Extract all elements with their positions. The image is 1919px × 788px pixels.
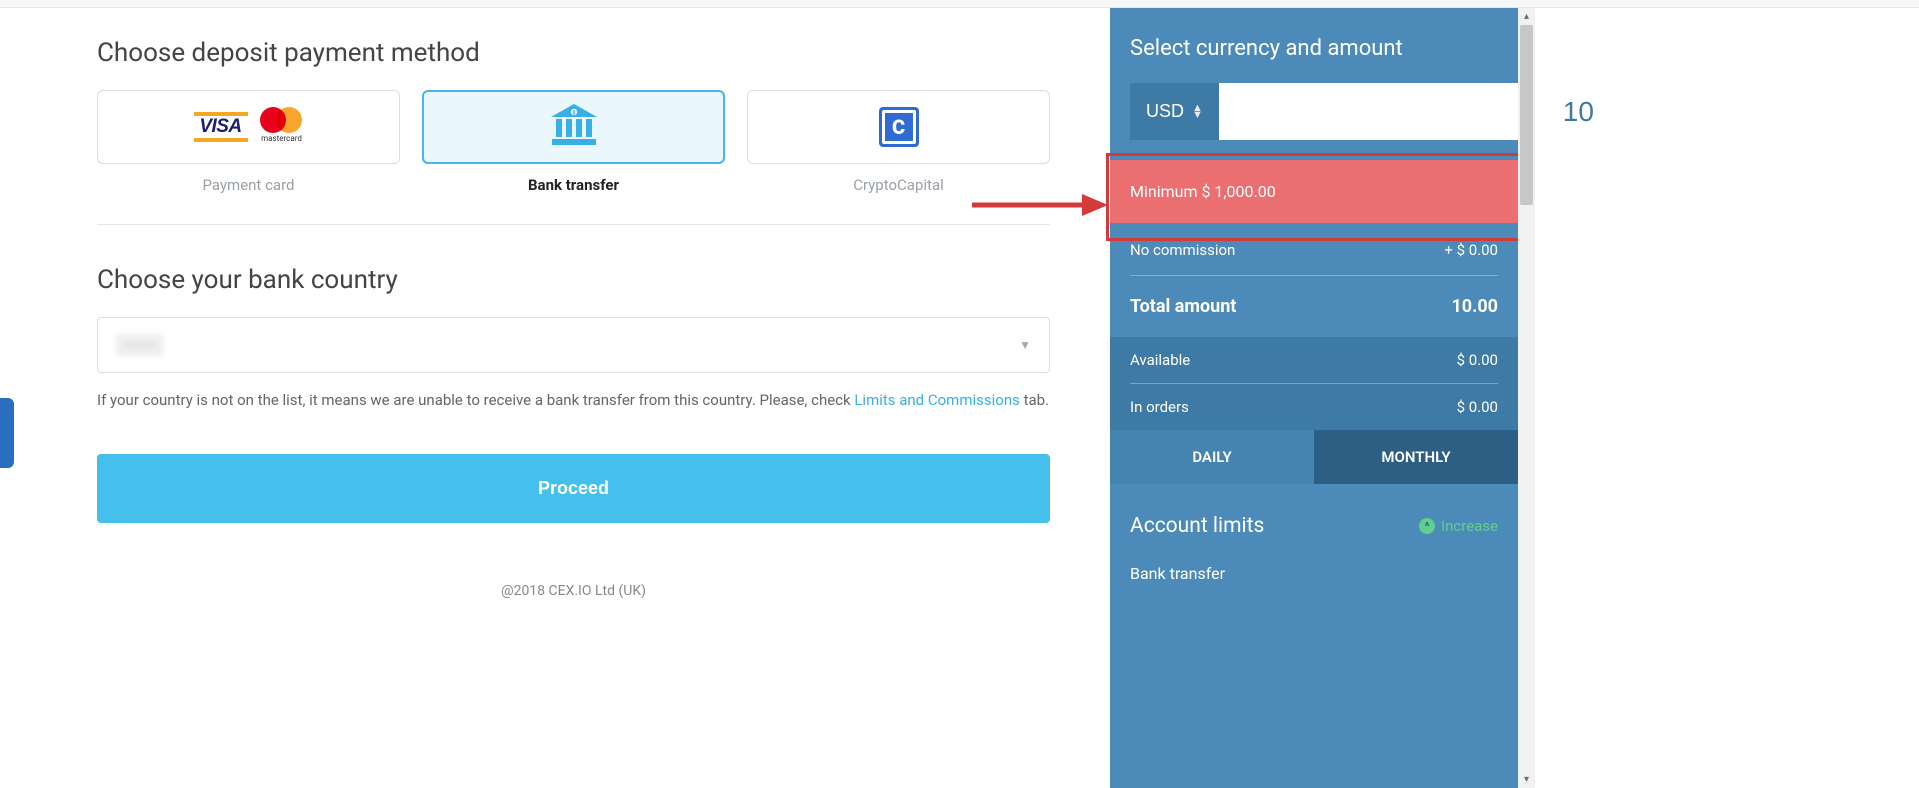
total-value: 10.00 <box>1451 296 1498 317</box>
available-label: Available <box>1130 351 1190 369</box>
scroll-thumb[interactable] <box>1520 25 1533 205</box>
sort-arrows-icon: ▲▼ <box>1192 105 1203 119</box>
cc-letter: C <box>892 115 905 139</box>
feedback-side-tab[interactable] <box>0 398 14 468</box>
bank-icon: $ <box>550 104 598 150</box>
visa-icon: VISA <box>194 112 248 142</box>
available-value: $ 0.00 <box>1457 351 1498 369</box>
method-bank-box[interactable]: $ <box>422 90 725 164</box>
increase-link[interactable]: ^ Increase <box>1419 517 1498 535</box>
method-crypto-label: CryptoCapital <box>747 176 1050 194</box>
increase-up-icon: ^ <box>1419 518 1435 534</box>
available-line: Available $ 0.00 <box>1130 337 1498 384</box>
increase-label: Increase <box>1441 517 1498 535</box>
no-commission-label: No commission <box>1130 241 1235 259</box>
svg-text:$: $ <box>572 109 575 116</box>
footer-copyright: @2018 CEX.IO Ltd (UK) <box>97 583 1050 599</box>
total-label: Total amount <box>1130 296 1236 317</box>
divider <box>97 224 1050 225</box>
in-orders-value: $ 0.00 <box>1457 398 1498 416</box>
dropdown-caret-icon: ▼ <box>1019 338 1031 352</box>
cryptocapital-icon: C <box>879 107 919 147</box>
hint-pre: If your country is not on the list, it m… <box>97 391 854 409</box>
no-commission-value: + $ 0.00 <box>1444 241 1498 259</box>
total-amount-line: Total amount 10.00 <box>1130 276 1498 337</box>
country-value-blurred: ········ <box>116 334 163 356</box>
payment-methods-row: VISA mastercard Payment card <box>97 90 1050 194</box>
mastercard-icon: mastercard <box>260 107 304 147</box>
account-limits-header: Account limits ^ Increase <box>1130 484 1498 558</box>
minimum-warning: Minimum $ 1,000.00 <box>1110 160 1518 223</box>
method-bank-transfer[interactable]: $ Bank transfer <box>422 90 725 194</box>
scroll-up-icon[interactable]: ▴ <box>1518 8 1535 25</box>
no-commission-line: No commission + $ 0.00 <box>1130 225 1498 276</box>
bank-transfer-label: Bank transfer <box>1130 558 1498 583</box>
method-card-label: Payment card <box>97 176 400 194</box>
currency-code: USD <box>1146 101 1184 122</box>
tab-monthly[interactable]: MONTHLY <box>1314 430 1518 484</box>
method-bank-label: Bank transfer <box>422 176 725 194</box>
heading-payment-method: Choose deposit payment method <box>97 38 1050 68</box>
mastercard-text: mastercard <box>260 134 304 143</box>
heading-bank-country: Choose your bank country <box>97 265 1050 295</box>
proceed-button[interactable]: Proceed <box>97 454 1050 523</box>
account-limits-title: Account limits <box>1130 514 1264 538</box>
method-card-box[interactable]: VISA mastercard <box>97 90 400 164</box>
deposit-main-panel: Choose deposit payment method VISA maste… <box>0 8 1110 788</box>
bank-country-select[interactable]: ········ ▼ <box>97 317 1050 373</box>
scroll-down-icon[interactable]: ▾ <box>1518 771 1535 788</box>
browser-scrollbar[interactable]: ▴ ▾ <box>1518 8 1535 788</box>
in-orders-label: In orders <box>1130 398 1189 416</box>
currency-amount-row: USD ▲▼ <box>1130 83 1498 140</box>
limits-link[interactable]: Limits and Commissions <box>854 391 1020 409</box>
method-payment-card[interactable]: VISA mastercard Payment card <box>97 90 400 194</box>
amount-input[interactable] <box>1219 83 1608 140</box>
visa-text: VISA <box>194 116 248 138</box>
limits-tabs: DAILY MONTHLY <box>1110 430 1518 484</box>
browser-bookmarks-bar <box>0 0 1919 8</box>
method-cryptocapital[interactable]: C CryptoCapital <box>747 90 1050 194</box>
method-crypto-box[interactable]: C <box>747 90 1050 164</box>
in-orders-line: In orders $ 0.00 <box>1130 384 1498 430</box>
country-hint-text: If your country is not on the list, it m… <box>97 389 1050 412</box>
panel-title: Select currency and amount <box>1130 36 1498 61</box>
currency-select-button[interactable]: USD ▲▼ <box>1130 83 1219 140</box>
currency-amount-panel: Select currency and amount USD ▲▼ Minimu… <box>1110 8 1518 788</box>
tab-daily[interactable]: DAILY <box>1110 430 1314 484</box>
hint-post: tab. <box>1020 391 1049 409</box>
